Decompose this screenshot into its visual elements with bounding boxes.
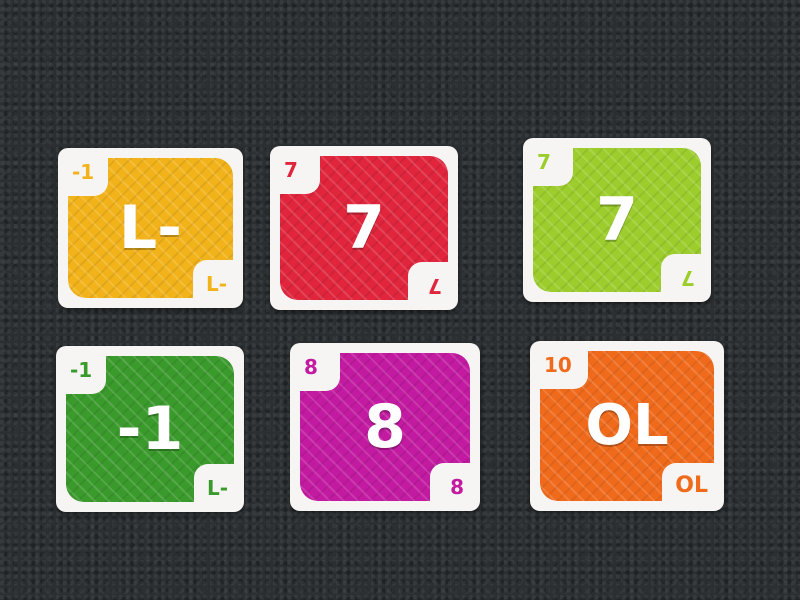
card-center-value: 7 xyxy=(596,185,638,255)
card-bottom-index: L- xyxy=(206,476,228,500)
card-green-minus-one: -1 -1 L- xyxy=(56,346,244,512)
card-center-value: L- xyxy=(118,193,183,263)
card-top-index: -1 xyxy=(70,358,93,382)
card-center-value: OL xyxy=(585,393,669,458)
card-bottom-index: OL xyxy=(675,473,708,498)
card-lime-seven: 7 7 7 xyxy=(523,138,711,302)
card-top-index: 8 xyxy=(304,355,318,379)
card-center-value: 7 xyxy=(343,193,385,263)
card-top-index: 7 xyxy=(284,158,298,182)
card-red-seven: 7 7 7 xyxy=(270,146,458,310)
card-orange-ten: 10 OL OL xyxy=(530,341,724,511)
card-top-index: 7 xyxy=(537,150,551,174)
card-bottom-index: 8 xyxy=(450,475,464,499)
card-top-index: -1 xyxy=(72,160,95,184)
card-top-index: 10 xyxy=(544,353,572,377)
card-bottom-index: 7 xyxy=(681,266,695,290)
card-magenta-eight: 8 8 8 xyxy=(290,343,480,511)
card-center-value: -1 xyxy=(116,394,184,464)
card-bottom-index: L- xyxy=(205,272,227,296)
card-yellow-minus-one: -1 L- L- xyxy=(58,148,243,308)
card-bottom-index: 7 xyxy=(428,274,442,298)
card-center-value: 8 xyxy=(364,392,406,462)
